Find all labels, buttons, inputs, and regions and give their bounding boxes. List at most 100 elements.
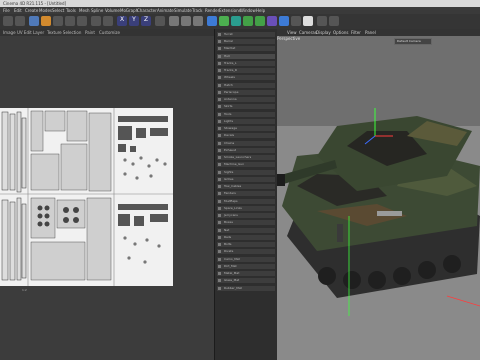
y-axis-lock-icon[interactable]: Y (129, 16, 139, 26)
object-row[interactable]: Mudflaps (217, 199, 275, 204)
object-row[interactable]: Machine_Gun (217, 162, 275, 167)
menu-help[interactable]: Help (256, 8, 265, 13)
menu-modes[interactable]: Modes (39, 8, 52, 13)
object-row[interactable]: Tools (217, 112, 275, 117)
object-row[interactable]: Chains (217, 141, 275, 146)
cloner-icon[interactable] (243, 16, 253, 26)
move-icon[interactable] (41, 16, 51, 26)
object-row[interactable]: Dirt_Mat (217, 264, 275, 269)
menu-volume[interactable]: Volume (105, 8, 120, 13)
render-settings-icon[interactable] (193, 16, 203, 26)
object-icon (218, 91, 221, 94)
coordinate-system-icon[interactable] (103, 16, 113, 26)
object-row[interactable]: Camo_Mat (217, 257, 275, 262)
object-row[interactable]: Barrel (217, 39, 275, 44)
field-icon[interactable] (267, 16, 277, 26)
menu-select[interactable]: Select (52, 8, 64, 13)
object-row[interactable]: Spare_Links (217, 206, 275, 211)
menu-window[interactable]: Window (240, 8, 256, 13)
z-axis-lock-icon[interactable]: Z (141, 16, 151, 26)
viewport-menu-cameras[interactable]: Cameras (299, 30, 317, 35)
menu-edit[interactable]: Edit (14, 8, 22, 13)
rotate-icon[interactable] (65, 16, 75, 26)
deformer-icon[interactable] (255, 16, 265, 26)
render-view-icon[interactable] (169, 16, 179, 26)
object-row[interactable]: Tow_Cables (217, 184, 275, 189)
light-icon[interactable] (303, 16, 313, 26)
recent-tools-icon[interactable] (77, 16, 87, 26)
render-picture-viewer-icon[interactable] (181, 16, 191, 26)
object-row[interactable]: Tracks_R (217, 68, 275, 73)
object-row[interactable]: Rubber_Mat (217, 286, 275, 291)
viewport-menu-display[interactable]: Display (316, 30, 331, 35)
object-row[interactable]: Bolts (217, 242, 275, 247)
perspective-viewport[interactable]: Perspective Default Camera (277, 36, 480, 360)
uv-menu-uv-edit[interactable]: UV Edit (17, 30, 32, 35)
object-row[interactable]: Sights (217, 170, 275, 175)
object-row[interactable]: Grilles (217, 177, 275, 182)
object-row[interactable]: Exhaust (217, 148, 275, 153)
object-row[interactable]: Periscope (217, 90, 275, 95)
menu-mograph[interactable]: MoGraph (120, 8, 138, 13)
undo-icon[interactable] (3, 16, 13, 26)
camera-icon[interactable] (291, 16, 301, 26)
menu-animate[interactable]: Animate (157, 8, 174, 13)
viewport-menu-filter[interactable]: Filter (351, 30, 361, 35)
object-row[interactable]: Wheels (217, 75, 275, 80)
uv-menu-layer[interactable]: Layer (33, 30, 44, 35)
redo-icon[interactable] (15, 16, 25, 26)
object-row[interactable]: Rivets (217, 249, 275, 254)
object-row[interactable]: Tracks_L (217, 61, 275, 66)
uv-menu-paint[interactable]: Paint (85, 30, 95, 35)
camera-dropdown[interactable]: Default Camera (394, 38, 432, 45)
object-row[interactable]: Stowage (217, 126, 275, 131)
object-row[interactable]: Fenders (217, 191, 275, 196)
floor-icon[interactable] (279, 16, 289, 26)
live-select-icon[interactable] (29, 16, 39, 26)
uv-menu-image[interactable]: Image (3, 30, 16, 35)
object-row[interactable]: Rails (217, 235, 275, 240)
menu-render[interactable]: Render (205, 8, 219, 13)
menu-spline[interactable]: Spline (91, 8, 103, 13)
object-row[interactable]: Lights (217, 119, 275, 124)
menu-mesh[interactable]: Mesh (79, 8, 90, 13)
object-row[interactable]: Mantlet (217, 46, 275, 51)
settings-icon[interactable] (329, 16, 339, 26)
world-coords-icon[interactable] (155, 16, 165, 26)
object-row[interactable]: Metal_Mat (217, 271, 275, 276)
object-name: Spare_Links (224, 206, 242, 210)
object-row[interactable]: Glass_Mat (217, 278, 275, 283)
object-row[interactable]: Jerrycans (217, 213, 275, 218)
object-row[interactable]: Hull (217, 54, 275, 59)
viewport-menu-panel[interactable]: Panel (365, 30, 376, 35)
x-axis-lock-icon[interactable]: X (117, 16, 127, 26)
object-row[interactable]: Turret (217, 32, 275, 37)
menu-create[interactable]: Create (25, 8, 38, 13)
scale-icon[interactable] (53, 16, 63, 26)
object-row[interactable]: Decals (217, 133, 275, 138)
uv-menu-customize[interactable]: Customize (99, 30, 120, 35)
menu-track[interactable]: Track (192, 8, 202, 13)
object-row[interactable]: Smoke_Launchers (217, 155, 275, 160)
object-name: Rivets (224, 249, 234, 253)
subdivision-icon[interactable] (231, 16, 241, 26)
object-name: Mantlet (224, 46, 236, 50)
object-row[interactable]: Antenna (217, 97, 275, 102)
menu-tools[interactable]: Tools (66, 8, 76, 13)
menu-character[interactable]: Character (137, 8, 157, 13)
viewport-menu-view[interactable]: View (287, 30, 297, 35)
menu-file[interactable]: File (3, 8, 10, 13)
cube-icon[interactable] (207, 16, 217, 26)
pen-icon[interactable] (219, 16, 229, 26)
uv-layout-image[interactable] (0, 108, 173, 286)
object-row[interactable]: Net (217, 228, 275, 233)
object-mode-icon[interactable] (91, 16, 101, 26)
object-row[interactable]: Hatch (217, 83, 275, 88)
menu-extensions[interactable]: Extensions (219, 8, 241, 13)
object-row[interactable]: Skirts (217, 104, 275, 109)
object-row[interactable]: Boxes (217, 220, 275, 225)
viewport-menu-options[interactable]: Options (333, 30, 348, 35)
uv-menu-texture-selection[interactable]: Texture Selection (47, 30, 81, 35)
layout-grid-icon[interactable] (317, 16, 327, 26)
menu-simulate[interactable]: Simulate (174, 8, 192, 13)
